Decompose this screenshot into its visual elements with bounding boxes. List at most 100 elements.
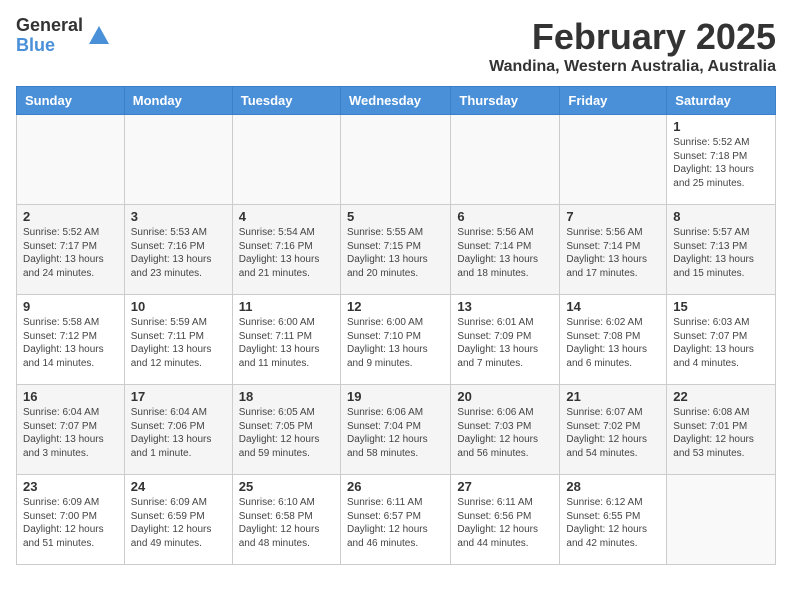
- calendar-cell: 8 Sunrise: 5:57 AM Sunset: 7:13 PM Daylig…: [667, 205, 776, 295]
- calendar-cell: 1 Sunrise: 5:52 AM Sunset: 7:18 PM Daylig…: [667, 115, 776, 205]
- calendar-cell: [667, 475, 776, 565]
- calendar-cell: 3 Sunrise: 5:53 AM Sunset: 7:16 PM Daylig…: [124, 205, 232, 295]
- day-number: 25: [239, 479, 334, 494]
- calendar-cell: 24 Sunrise: 6:09 AM Sunset: 6:59 PM Dayli…: [124, 475, 232, 565]
- day-number: 4: [239, 209, 334, 224]
- calendar-cell: 27 Sunrise: 6:11 AM Sunset: 6:56 PM Dayli…: [451, 475, 560, 565]
- day-info: Sunrise: 6:12 AM Sunset: 6:55 PM Dayligh…: [566, 496, 660, 550]
- calendar-cell: 6Sunrise: 5:56 AM Sunset: 7:14 PM Daylig…: [451, 205, 560, 295]
- day-number: 12: [347, 299, 444, 314]
- day-header-monday: Monday: [124, 87, 232, 115]
- day-header-saturday: Saturday: [667, 87, 776, 115]
- day-number: 21: [566, 389, 660, 404]
- day-number: 6: [457, 209, 553, 224]
- calendar-cell: 12 Sunrise: 6:00 AM Sunset: 7:10 PM Dayli…: [340, 295, 450, 385]
- logo-blue-text: Blue: [16, 36, 83, 56]
- day-header-tuesday: Tuesday: [232, 87, 340, 115]
- day-header-wednesday: Wednesday: [340, 87, 450, 115]
- day-info: Sunrise: 6:06 AM Sunset: 7:04 PM Dayligh…: [347, 406, 444, 460]
- day-info: Sunrise: 5:54 AM Sunset: 7:16 PM Dayligh…: [239, 226, 334, 280]
- day-info: Sunrise: 5:55 AM Sunset: 7:15 PM Dayligh…: [347, 226, 444, 280]
- day-number: 3: [131, 209, 226, 224]
- week-row-2: 2Sunrise: 5:52 AM Sunset: 7:17 PM Daylig…: [17, 205, 776, 295]
- calendar-cell: [232, 115, 340, 205]
- day-info: Sunrise: 6:09 AM Sunset: 6:59 PM Dayligh…: [131, 496, 226, 550]
- day-number: 16: [23, 389, 118, 404]
- day-number: 26: [347, 479, 444, 494]
- calendar-cell: 2Sunrise: 5:52 AM Sunset: 7:17 PM Daylig…: [17, 205, 125, 295]
- day-info: Sunrise: 6:03 AM Sunset: 7:07 PM Dayligh…: [673, 316, 769, 370]
- calendar-cell: 4 Sunrise: 5:54 AM Sunset: 7:16 PM Daylig…: [232, 205, 340, 295]
- day-number: 8: [673, 209, 769, 224]
- day-info: Sunrise: 6:10 AM Sunset: 6:58 PM Dayligh…: [239, 496, 334, 550]
- calendar-cell: 21 Sunrise: 6:07 AM Sunset: 7:02 PM Dayli…: [560, 385, 667, 475]
- day-info: Sunrise: 6:00 AM Sunset: 7:10 PM Dayligh…: [347, 316, 444, 370]
- calendar-cell: 13 Sunrise: 6:01 AM Sunset: 7:09 PM Dayli…: [451, 295, 560, 385]
- day-number: 7: [566, 209, 660, 224]
- day-number: 20: [457, 389, 553, 404]
- day-info: Sunrise: 5:53 AM Sunset: 7:16 PM Dayligh…: [131, 226, 226, 280]
- calendar-cell: 14 Sunrise: 6:02 AM Sunset: 7:08 PM Dayli…: [560, 295, 667, 385]
- day-number: 1: [673, 119, 769, 134]
- logo: General Blue: [16, 16, 113, 56]
- location-title: Wandina, Western Australia, Australia: [489, 58, 776, 76]
- title-block: February 2025 Wandina, Western Australia…: [489, 16, 776, 76]
- day-number: 24: [131, 479, 226, 494]
- day-header-friday: Friday: [560, 87, 667, 115]
- calendar-cell: 18Sunrise: 6:05 AM Sunset: 7:05 PM Dayli…: [232, 385, 340, 475]
- page-header: General Blue February 2025 Wandina, West…: [16, 16, 776, 76]
- calendar-cell: [451, 115, 560, 205]
- calendar-cell: 28 Sunrise: 6:12 AM Sunset: 6:55 PM Dayli…: [560, 475, 667, 565]
- day-info: Sunrise: 5:57 AM Sunset: 7:13 PM Dayligh…: [673, 226, 769, 280]
- day-number: 17: [131, 389, 226, 404]
- calendar-cell: [124, 115, 232, 205]
- calendar-cell: 9 Sunrise: 5:58 AM Sunset: 7:12 PM Daylig…: [17, 295, 125, 385]
- day-info: Sunrise: 6:06 AM Sunset: 7:03 PM Dayligh…: [457, 406, 553, 460]
- day-header-thursday: Thursday: [451, 87, 560, 115]
- week-row-1: 1 Sunrise: 5:52 AM Sunset: 7:18 PM Daylig…: [17, 115, 776, 205]
- day-number: 10: [131, 299, 226, 314]
- day-info: Sunrise: 6:04 AM Sunset: 7:06 PM Dayligh…: [131, 406, 226, 460]
- day-number: 15: [673, 299, 769, 314]
- calendar-header-row: SundayMondayTuesdayWednesdayThursdayFrid…: [17, 87, 776, 115]
- day-info: Sunrise: 6:02 AM Sunset: 7:08 PM Dayligh…: [566, 316, 660, 370]
- day-number: 11: [239, 299, 334, 314]
- day-number: 19: [347, 389, 444, 404]
- day-number: 18: [239, 389, 334, 404]
- day-number: 22: [673, 389, 769, 404]
- day-header-sunday: Sunday: [17, 87, 125, 115]
- calendar-cell: 23Sunrise: 6:09 AM Sunset: 7:00 PM Dayli…: [17, 475, 125, 565]
- calendar-cell: 17 Sunrise: 6:04 AM Sunset: 7:06 PM Dayli…: [124, 385, 232, 475]
- calendar-cell: 7 Sunrise: 5:56 AM Sunset: 7:14 PM Daylig…: [560, 205, 667, 295]
- day-number: 27: [457, 479, 553, 494]
- calendar-cell: 22Sunrise: 6:08 AM Sunset: 7:01 PM Dayli…: [667, 385, 776, 475]
- day-info: Sunrise: 6:01 AM Sunset: 7:09 PM Dayligh…: [457, 316, 553, 370]
- logo-general-text: General: [16, 16, 83, 36]
- calendar-cell: [560, 115, 667, 205]
- day-number: 5: [347, 209, 444, 224]
- day-info: Sunrise: 6:11 AM Sunset: 6:56 PM Dayligh…: [457, 496, 553, 550]
- calendar-cell: [340, 115, 450, 205]
- day-number: 2: [23, 209, 118, 224]
- day-number: 13: [457, 299, 553, 314]
- day-number: 9: [23, 299, 118, 314]
- calendar-table: SundayMondayTuesdayWednesdayThursdayFrid…: [16, 86, 776, 565]
- day-number: 28: [566, 479, 660, 494]
- month-title: February 2025: [489, 16, 776, 58]
- calendar-cell: 16 Sunrise: 6:04 AM Sunset: 7:07 PM Dayli…: [17, 385, 125, 475]
- day-info: Sunrise: 5:59 AM Sunset: 7:11 PM Dayligh…: [131, 316, 226, 370]
- day-info: Sunrise: 6:11 AM Sunset: 6:57 PM Dayligh…: [347, 496, 444, 550]
- calendar-cell: 10 Sunrise: 5:59 AM Sunset: 7:11 PM Dayli…: [124, 295, 232, 385]
- day-info: Sunrise: 5:52 AM Sunset: 7:18 PM Dayligh…: [673, 136, 769, 190]
- day-info: Sunrise: 6:07 AM Sunset: 7:02 PM Dayligh…: [566, 406, 660, 460]
- day-info: Sunrise: 5:58 AM Sunset: 7:12 PM Dayligh…: [23, 316, 118, 370]
- calendar-cell: 26 Sunrise: 6:11 AM Sunset: 6:57 PM Dayli…: [340, 475, 450, 565]
- week-row-4: 16 Sunrise: 6:04 AM Sunset: 7:07 PM Dayli…: [17, 385, 776, 475]
- logo-icon: [85, 22, 113, 50]
- day-info: Sunrise: 6:04 AM Sunset: 7:07 PM Dayligh…: [23, 406, 118, 460]
- week-row-3: 9 Sunrise: 5:58 AM Sunset: 7:12 PM Daylig…: [17, 295, 776, 385]
- day-info: Sunrise: 6:00 AM Sunset: 7:11 PM Dayligh…: [239, 316, 334, 370]
- day-number: 14: [566, 299, 660, 314]
- calendar-cell: 25 Sunrise: 6:10 AM Sunset: 6:58 PM Dayli…: [232, 475, 340, 565]
- day-info: Sunrise: 5:56 AM Sunset: 7:14 PM Dayligh…: [566, 226, 660, 280]
